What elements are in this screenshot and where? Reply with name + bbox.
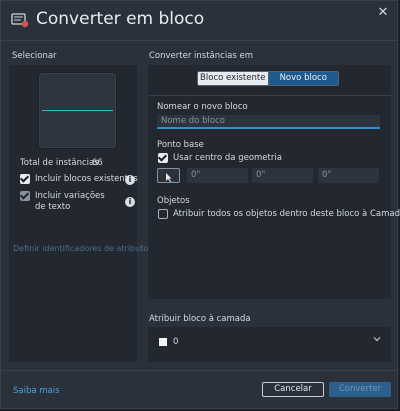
close-icon[interactable]: ✕ (376, 6, 390, 20)
info-icon[interactable]: i (125, 175, 135, 185)
layer-color-swatch (159, 338, 167, 346)
convert-button[interactable]: Converter (329, 382, 391, 397)
base-point-z-field[interactable]: 0" (318, 168, 379, 183)
total-instances-value: 66 (92, 158, 103, 168)
assign-layer0-checkbox[interactable] (158, 209, 168, 219)
footer-divider (1, 370, 397, 371)
block-preview (38, 72, 117, 149)
base-point-x-field[interactable]: 0" (187, 168, 248, 183)
pick-point-icon (166, 173, 174, 183)
include-text-variations-checkbox[interactable] (20, 191, 30, 201)
layer-dropdown[interactable] (155, 333, 385, 350)
use-centroid-checkbox[interactable] (158, 153, 168, 163)
select-heading: Selecionar (12, 51, 57, 61)
objects-label: Objetos (157, 196, 190, 206)
include-text-variations-label: Incluir variações de texto (35, 191, 105, 212)
assign-layer0-label: Atribuir todos os objetos dentro deste b… (173, 209, 400, 219)
dialog-title: Converter em bloco (36, 9, 205, 29)
section-divider (149, 95, 391, 96)
target-toggle: Bloco existente Novo bloco (197, 71, 339, 86)
convert-heading: Converter instâncias em (149, 51, 254, 61)
base-point-y-field[interactable]: 0" (252, 168, 313, 183)
title-bar: Converter em bloco ✕ (1, 1, 397, 39)
tab-existing-block[interactable]: Bloco existente (198, 72, 268, 85)
title-divider (1, 40, 397, 41)
tab-new-block[interactable]: Novo bloco (267, 72, 338, 85)
total-instances-label: Total de instâncias (20, 158, 99, 168)
preview-line (42, 110, 113, 111)
cancel-button[interactable]: Cancelar (262, 382, 324, 397)
define-attribute-identifiers-link[interactable]: Definir identificadores de atributo (13, 244, 148, 253)
learn-more-link[interactable]: Saiba mais (13, 386, 60, 396)
layer-value: 0 (173, 337, 179, 347)
new-block-name-label: Nomear o novo bloco (157, 102, 248, 112)
base-point-label: Ponto base (157, 140, 204, 150)
convert-to-block-dialog: Converter em bloco ✕ Selecionar Total de… (0, 0, 400, 409)
pick-point-button[interactable] (157, 168, 180, 183)
include-existing-label: Incluir blocos existentes (35, 174, 138, 184)
include-existing-checkbox[interactable] (20, 174, 30, 184)
block-name-input[interactable] (157, 115, 380, 129)
convert-to-block-icon (11, 13, 29, 28)
chevron-down-icon[interactable] (373, 335, 381, 343)
info-icon[interactable]: i (125, 197, 135, 207)
use-centroid-label: Usar centro da geometria (173, 153, 282, 163)
assign-layer-heading: Atribuir bloco à camada (149, 314, 251, 324)
